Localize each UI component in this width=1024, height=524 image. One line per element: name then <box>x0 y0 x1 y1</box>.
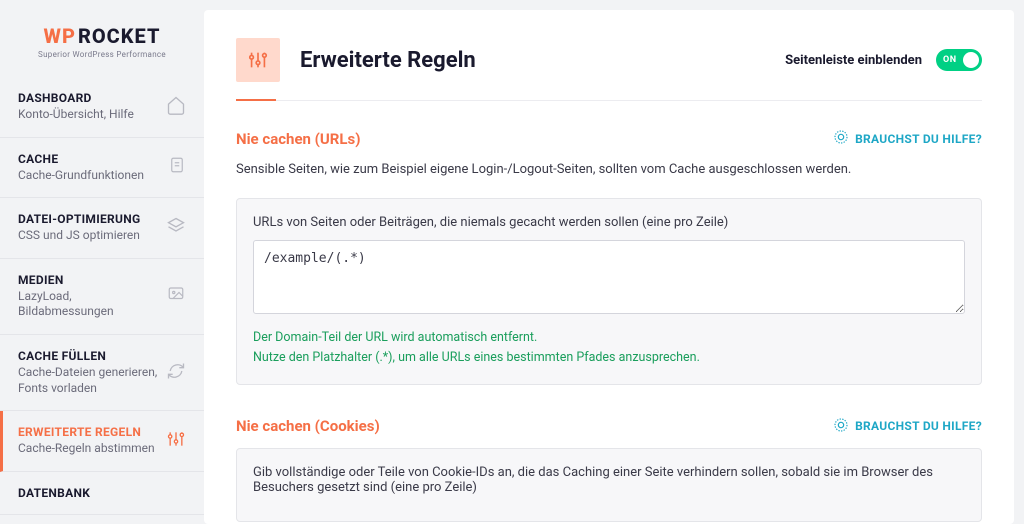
section-desc: Sensible Seiten, wie zum Beispiel eigene… <box>236 160 982 180</box>
sidebar-item-label: CACHE FÜLLEN <box>18 349 166 363</box>
logo-wp: WP <box>44 24 76 48</box>
sidebar-item-database[interactable]: DATENBANK <box>0 472 204 515</box>
sidebar-item-preload[interactable]: CACHE FÜLLEN Cache-Dateien generieren, F… <box>0 335 204 411</box>
sidebar-item-media[interactable]: MEDIEN LazyLoad, Bildabmessungen <box>0 259 204 335</box>
home-icon <box>166 95 186 119</box>
main-content: Erweiterte Regeln Seitenleiste einblende… <box>204 10 1014 524</box>
sidebar-toggle[interactable]: ON <box>936 49 982 71</box>
sidebar-item-file-optimization[interactable]: DATEI-OPTIMIERUNG CSS und JS optimieren <box>0 198 204 259</box>
section-never-cache-cookies: Nie cachen (Cookies) BRAUCHST DU HILFE? … <box>236 417 982 522</box>
sidebar-item-desc: Konto-Übersicht, Hilfe <box>18 107 134 123</box>
sidebar-item-desc: Cache-Grundfunktionen <box>18 168 144 184</box>
help-icon <box>833 417 849 436</box>
section-title: Nie cachen (URLs) <box>236 130 361 148</box>
toggle-state-label: ON <box>943 55 957 65</box>
sidebar-item-advanced-rules[interactable]: ERWEITERTE REGELN Cache-Regeln abstimmen <box>0 411 204 472</box>
sidebar-item-label: CACHE <box>18 152 144 166</box>
never-cache-urls-textarea[interactable] <box>253 240 965 314</box>
sidebar-item-label: DASHBOARD <box>18 91 134 105</box>
sidebar-item-label: ERWEITERTE REGELN <box>18 425 155 439</box>
file-icon <box>168 155 186 179</box>
sidebar-item-desc: Cache-Dateien generieren, Fonts vorladen <box>18 365 166 396</box>
sidebar-item-desc: Cache-Regeln abstimmen <box>18 441 155 457</box>
sidebar: WP ROCKET Superior WordPress Performance… <box>0 0 204 524</box>
refresh-icon <box>166 361 186 385</box>
image-icon <box>166 285 186 307</box>
layers-icon <box>166 216 186 240</box>
field-box: URLs von Seiten oder Beiträgen, die niem… <box>236 198 982 385</box>
logo-rocket: ROCKET <box>78 24 161 48</box>
field-box: Gib vollständige oder Teile von Cookie-I… <box>236 448 982 522</box>
sidebar-item-label: DATENBANK <box>18 486 90 500</box>
logo: WP ROCKET Superior WordPress Performance <box>0 0 204 77</box>
page-header: Erweiterte Regeln Seitenleiste einblende… <box>236 38 982 101</box>
help-link-label: BRAUCHST DU HILFE? <box>855 419 982 433</box>
help-link[interactable]: BRAUCHST DU HILFE? <box>833 129 982 148</box>
sidebar-item-desc: CSS und JS optimieren <box>18 228 141 244</box>
section-never-cache-urls: Nie cachen (URLs) BRAUCHST DU HILFE? Sen… <box>236 129 982 385</box>
section-title: Nie cachen (Cookies) <box>236 417 380 435</box>
page-title: Erweiterte Regeln <box>300 48 476 73</box>
sidebar-item-dashboard[interactable]: DASHBOARD Konto-Übersicht, Hilfe <box>0 77 204 138</box>
page-icon <box>236 38 280 82</box>
sidebar-item-cache[interactable]: CACHE Cache-Grundfunktionen <box>0 138 204 199</box>
help-link[interactable]: BRAUCHST DU HILFE? <box>833 417 982 436</box>
toggle-knob <box>963 52 979 68</box>
help-icon <box>833 129 849 148</box>
logo-tagline: Superior WordPress Performance <box>38 50 166 59</box>
help-link-label: BRAUCHST DU HILFE? <box>855 132 982 146</box>
field-label: Gib vollständige oder Teile von Cookie-I… <box>253 465 965 495</box>
sidebar-item-label: MEDIEN <box>18 273 166 287</box>
field-label: URLs von Seiten oder Beiträgen, die niem… <box>253 215 965 230</box>
sidebar-item-desc: LazyLoad, Bildabmessungen <box>18 289 166 320</box>
sidebar-toggle-label: Seitenleiste einblenden <box>785 53 922 68</box>
field-hint: Der Domain-Teil der URL wird automatisch… <box>253 328 965 368</box>
sidebar-item-label: DATEI-OPTIMIERUNG <box>18 212 141 226</box>
sliders-icon <box>166 429 186 453</box>
